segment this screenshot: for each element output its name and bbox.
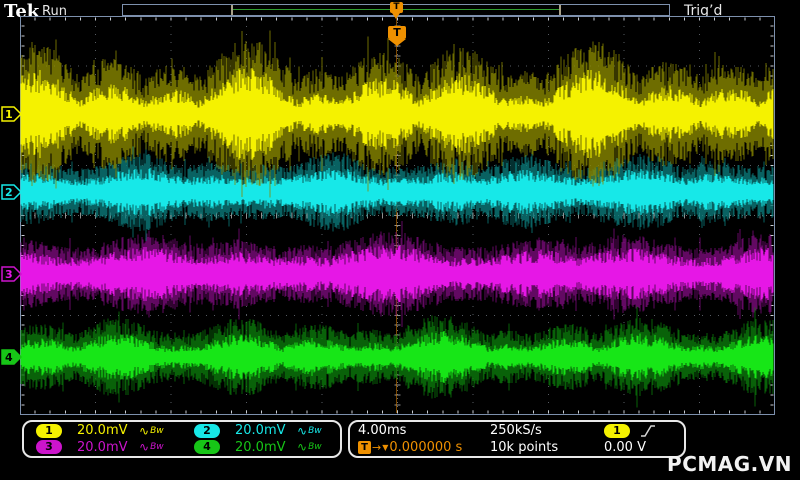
trigger-position-bar-icon: T xyxy=(390,2,403,13)
channel-1-marker: 1 xyxy=(1,106,23,122)
channel-3-marker-label: 3 xyxy=(5,268,13,281)
horizontal-trigger-readout-box: 4.00ms 250kS/s 1 T → ▼ 0.000000 s 10k po… xyxy=(348,420,686,458)
channel-3-readout: 3 20.0mV ∿ Bw xyxy=(24,440,182,455)
bandwidth-limit-icon: Bw xyxy=(308,425,322,436)
trigger-source-badge: 1 xyxy=(604,423,630,438)
channel-4-badge: 4 xyxy=(194,440,220,455)
trigger-offset: 0.000000 s xyxy=(389,439,463,455)
record-view-bracket-left xyxy=(231,5,233,15)
trigger-position-flag: T xyxy=(388,26,406,46)
ac-coupling-icon: ∿ xyxy=(139,440,150,455)
vertical-readout-box: 1 20.0mV ∿ Bw 2 20.0mV ∿ Bw 3 20.0mV ∿ B… xyxy=(22,420,342,458)
ac-coupling-icon: ∿ xyxy=(297,440,308,455)
channel-3-scale: 20.0mV xyxy=(77,439,128,455)
channel-1-readout: 1 20.0mV ∿ Bw xyxy=(24,423,182,438)
ac-coupling-icon: ∿ xyxy=(139,423,150,438)
rising-edge-icon xyxy=(641,424,655,437)
horizontal-scale: 4.00ms xyxy=(358,423,407,439)
channel-2-badge: 2 xyxy=(194,423,220,438)
channel-1-badge: 1 xyxy=(36,423,62,438)
arrow-down-icon: ▼ xyxy=(382,442,389,452)
channel-2-readout: 2 20.0mV ∿ Bw xyxy=(182,423,340,438)
channel-2-marker: 2 xyxy=(1,184,23,200)
pcmag-watermark: PCMAG.VN xyxy=(667,452,792,476)
channel-2-marker-label: 2 xyxy=(5,186,13,199)
record-view-bracket-right xyxy=(559,5,561,15)
trigger-t-icon: T xyxy=(388,26,406,39)
channel-4-marker-label: 4 xyxy=(5,351,13,364)
channel-4-marker-selected: 4 xyxy=(1,349,23,365)
bandwidth-limit-icon: Bw xyxy=(150,442,164,453)
oscilloscope-screen: Tek Run T Trig’d T 1 2 3 4 1 20.0mV ∿ Bw… xyxy=(0,0,800,480)
channel-2-coupling-bw-icon: ∿ Bw xyxy=(297,424,322,438)
sample-rate: 250kS/s xyxy=(490,423,542,439)
ac-coupling-icon: ∿ xyxy=(297,423,308,438)
channel-3-coupling-bw-icon: ∿ Bw xyxy=(139,440,164,454)
channel-3-badge: 3 xyxy=(36,440,62,455)
arrow-right-icon: → xyxy=(372,440,382,454)
channel-1-scale: 20.0mV xyxy=(77,423,128,439)
waveform-display xyxy=(20,16,775,415)
trigger-flag-tip-icon xyxy=(388,39,406,46)
channel-4-readout: 4 20.0mV ∿ Bw xyxy=(182,440,340,455)
channel-4-coupling-bw-icon: ∿ Bw xyxy=(297,440,322,454)
trigger-level: 0.00 V xyxy=(604,439,646,455)
trigger-t-icon: T xyxy=(358,440,371,454)
channel-1-coupling-bw-icon: ∿ Bw xyxy=(139,424,164,438)
bandwidth-limit-icon: Bw xyxy=(308,442,322,453)
record-length: 10k points xyxy=(490,439,559,455)
channel-3-marker: 3 xyxy=(1,266,23,282)
bandwidth-limit-icon: Bw xyxy=(150,425,164,436)
channel-4-scale: 20.0mV xyxy=(235,439,286,455)
channel-1-marker-label: 1 xyxy=(5,108,13,121)
channel-2-scale: 20.0mV xyxy=(235,423,286,439)
trigger-position-arrow-icon xyxy=(392,13,400,19)
